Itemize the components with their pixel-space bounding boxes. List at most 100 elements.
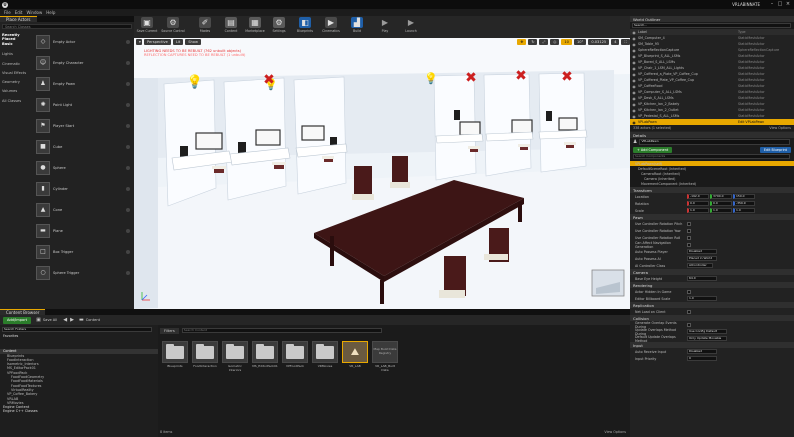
grid-snap-value[interactable]: 10 bbox=[561, 39, 572, 45]
asset-view-options[interactable]: View Options bbox=[604, 430, 626, 434]
place-item-empty-pawn[interactable]: ♟ Empty Pawn bbox=[36, 73, 132, 94]
place-item-empty-character[interactable]: ☺ Empty Character bbox=[36, 52, 132, 73]
help-icon[interactable] bbox=[126, 102, 130, 107]
category-cinematic[interactable]: Cinematic bbox=[2, 62, 32, 66]
asset-folder[interactable]: Blueprints bbox=[162, 341, 188, 381]
launch-button[interactable]: ▶ Launch bbox=[400, 17, 422, 37]
rotate-icon[interactable]: ↻ bbox=[528, 39, 538, 45]
minimize-icon[interactable]: – bbox=[768, 1, 776, 7]
eye-icon[interactable]: ◉ bbox=[630, 120, 638, 125]
breadcrumb[interactable]: Content bbox=[86, 318, 100, 322]
outliner-view-options[interactable]: View Options bbox=[769, 126, 791, 130]
play-button[interactable]: ▶ Play bbox=[374, 17, 396, 37]
category-all-classes[interactable]: All Classes bbox=[2, 99, 32, 103]
asset-folder[interactable]: FoodInteraction bbox=[192, 341, 218, 381]
filters-button[interactable]: Filters bbox=[160, 327, 179, 334]
checkbox[interactable] bbox=[687, 228, 691, 233]
source-control-button[interactable]: ⚙ Source Control bbox=[161, 17, 185, 37]
help-icon[interactable] bbox=[126, 123, 130, 128]
help-icon[interactable] bbox=[126, 144, 130, 149]
asset-build-data[interactable]: Map Build Data Registry VR_LAB_Built Data bbox=[372, 341, 398, 381]
show-button[interactable]: Show bbox=[185, 39, 201, 45]
viewport-options-button[interactable]: ▾ bbox=[136, 39, 142, 45]
folder-search-input[interactable]: Search Folders bbox=[2, 327, 152, 332]
place-item-sphere[interactable]: ● Sphere bbox=[36, 157, 132, 178]
eye-icon[interactable]: ◉ bbox=[630, 96, 638, 101]
back-icon[interactable]: ◀ bbox=[63, 317, 67, 323]
edit-blueprint-button[interactable]: Edit Blueprint bbox=[759, 147, 791, 153]
eye-icon[interactable]: ◉ bbox=[630, 72, 638, 77]
save-all-button[interactable]: Save All bbox=[43, 318, 57, 322]
help-icon[interactable] bbox=[126, 186, 130, 191]
asset-folder[interactable]: VRMovies bbox=[312, 341, 338, 381]
category-lights[interactable]: Lights bbox=[2, 52, 32, 56]
asset-folder[interactable]: Isometric Interiors bbox=[222, 341, 248, 381]
camera-speed-value[interactable]: 4 bbox=[611, 39, 620, 45]
auto-possess-ai-select[interactable]: Placed in World bbox=[687, 256, 717, 261]
scale-z-field[interactable]: 1.0 bbox=[733, 208, 755, 213]
help-icon[interactable] bbox=[126, 249, 130, 254]
help-icon[interactable] bbox=[126, 81, 130, 86]
checkbox[interactable] bbox=[687, 235, 691, 240]
content-search-input[interactable]: Search Content bbox=[181, 328, 382, 333]
eye-icon[interactable]: ◉ bbox=[630, 48, 638, 53]
forward-icon[interactable]: ▶ bbox=[70, 317, 74, 323]
eye-icon[interactable]: ◉ bbox=[630, 108, 638, 113]
input-priority-field[interactable]: 0 bbox=[687, 356, 717, 361]
checkbox[interactable] bbox=[687, 289, 691, 294]
place-item-cube[interactable]: ■ Cube bbox=[36, 136, 132, 157]
blueprints-button[interactable]: ◧ Blueprints bbox=[294, 17, 316, 37]
rotation-x-field[interactable]: 0.0 bbox=[687, 201, 709, 206]
location-z-field[interactable]: 150.0 bbox=[733, 194, 755, 199]
light-error-icon[interactable]: ✖ bbox=[558, 68, 576, 86]
light-error-icon[interactable]: ✖ bbox=[260, 71, 278, 89]
add-component-button[interactable]: + Add Component bbox=[633, 147, 673, 153]
menu-help[interactable]: Help bbox=[46, 10, 55, 15]
marketplace-button[interactable]: ▦ Marketplace bbox=[244, 17, 266, 37]
eye-icon[interactable]: ◉ bbox=[630, 54, 638, 59]
light-bulb-icon[interactable]: 💡 bbox=[424, 70, 438, 86]
light-error-icon[interactable]: ✖ bbox=[512, 67, 530, 85]
asset-level[interactable]: ⛰ VR_LAB bbox=[342, 341, 368, 381]
location-y-field[interactable]: 3790.0 bbox=[710, 194, 732, 199]
checkbox[interactable] bbox=[687, 322, 691, 327]
rotation-y-field[interactable]: 0.0 bbox=[710, 201, 732, 206]
help-icon[interactable] bbox=[126, 228, 130, 233]
place-item-empty-actor[interactable]: ◇ Empty Actor bbox=[36, 31, 132, 52]
eye-icon[interactable]: ◉ bbox=[630, 60, 638, 65]
update-overlap-select[interactable]: Use Config Default bbox=[687, 329, 727, 334]
help-icon[interactable] bbox=[126, 60, 130, 65]
category-geometry[interactable]: Geometry bbox=[2, 80, 32, 84]
perspective-button[interactable]: Perspective bbox=[144, 39, 171, 45]
auto-possess-player-select[interactable]: Disabled bbox=[687, 249, 717, 254]
save-current-button[interactable]: ▣ Save Current bbox=[136, 17, 158, 37]
scale-icon[interactable]: ⤢ bbox=[539, 39, 549, 45]
checkbox[interactable] bbox=[687, 242, 691, 247]
rotation-snap-value[interactable]: 10° bbox=[573, 39, 587, 45]
tree-item-engine-classes[interactable]: Engine C++ Classes bbox=[0, 409, 158, 413]
category-basic[interactable]: Basic bbox=[2, 42, 32, 46]
menu-file[interactable]: File bbox=[4, 10, 11, 15]
base-eye-field[interactable]: 64.0 bbox=[687, 276, 717, 281]
cinematics-button[interactable]: ▶ Cinematics bbox=[320, 17, 342, 37]
translate-icon[interactable]: ✥ bbox=[517, 39, 527, 45]
lit-button[interactable]: Lit bbox=[172, 39, 184, 45]
auto-receive-select[interactable]: Disabled bbox=[687, 349, 717, 354]
content-button[interactable]: ▤ Content bbox=[220, 17, 242, 37]
eye-icon[interactable]: ◉ bbox=[630, 84, 638, 89]
asset-folder[interactable]: VPFoodPack bbox=[282, 341, 308, 381]
eye-icon[interactable]: ◉ bbox=[630, 90, 638, 95]
eye-icon[interactable]: ◉ bbox=[630, 66, 638, 71]
light-error-icon[interactable]: ✖ bbox=[462, 69, 480, 87]
maximize-icon[interactable]: □ bbox=[776, 1, 784, 7]
world-icon[interactable]: ◎ bbox=[550, 39, 560, 45]
add-import-button[interactable]: Add/Import bbox=[3, 316, 32, 324]
checkbox[interactable] bbox=[687, 221, 691, 226]
checkbox[interactable] bbox=[687, 309, 691, 314]
menu-edit[interactable]: Edit bbox=[15, 10, 23, 15]
help-icon[interactable] bbox=[126, 165, 130, 170]
place-item-box-trigger[interactable]: □ Box Trigger bbox=[36, 241, 132, 262]
component-search-input[interactable]: Search Components bbox=[633, 154, 790, 159]
asset-folder[interactable]: MS_EditorPack01 bbox=[252, 341, 278, 381]
scale-x-field[interactable]: 1.0 bbox=[687, 208, 709, 213]
